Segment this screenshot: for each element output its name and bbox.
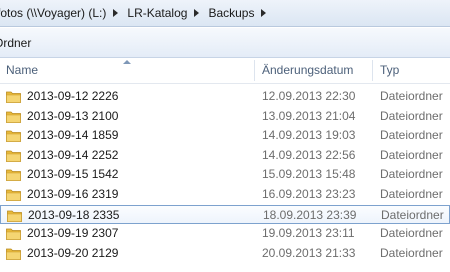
file-date: 13.09.2013 21:04 [262,108,356,123]
address-bar[interactable]: fotos (\\Voyager) (L:) LR-Katalog Backup… [0,0,450,27]
folder-icon [6,169,21,182]
folder-icon [6,91,21,103]
file-name: 2013-09-14 2252 [27,147,119,162]
folder-icon [6,150,21,162]
column-divider[interactable] [372,60,373,81]
column-header-name[interactable]: Name [6,58,38,83]
table-row[interactable]: 2013-09-14 2252 14.09.2013 22:56 Dateiordn… [0,146,450,166]
folder-icon [6,228,21,241]
folder-icon [6,111,21,123]
file-date: 14.09.2013 22:56 [262,147,356,162]
table-row[interactable]: 2013-09-20 2129 20.09.2013 21:33 Dateiordn… [0,244,450,264]
file-name: 2013-09-18 2335 [28,207,120,222]
table-row[interactable]: 2013-09-14 1859 14.09.2013 19:03 Dateiordn… [0,126,450,146]
breadcrumb-lr-katalog[interactable]: LR-Katalog [124,6,190,20]
file-type: Dateiordner [380,245,443,260]
file-type: Dateiordner [380,108,443,123]
file-type: Dateiordner [380,186,443,201]
file-type: Dateiordner [380,147,443,162]
breadcrumb: fotos (\\Voyager) (L:) LR-Katalog Backup… [0,0,272,26]
file-name: 2013-09-15 1542 [27,167,119,182]
file-name: 2013-09-20 2129 [27,245,119,260]
table-row[interactable]: 2013-09-15 1542 15.09.2013 15:48 Dateiordn… [0,165,450,185]
sort-ascending-icon [123,60,131,64]
file-name: 2013-09-14 1859 [27,128,119,143]
file-date: 20.09.2013 21:33 [262,245,356,260]
file-name: 2013-09-13 2100 [27,108,119,123]
folder-icon [6,189,21,201]
file-date: 12.09.2013 22:30 [262,89,356,103]
folder-icon [6,248,21,260]
file-date: 18.09.2013 23:39 [263,207,357,222]
chevron-right-icon[interactable] [194,9,200,17]
column-header-date[interactable]: Änderungsdatum [262,58,353,83]
file-date: 19.09.2013 23:11 [262,226,355,241]
breadcrumb-backups[interactable]: Backups [205,6,257,20]
file-list: 2013-09-12 2226 12.09.2013 22:30 Dateiordn… [0,87,450,263]
file-date: 16.09.2013 23:23 [262,186,356,201]
folder-icon [6,130,21,143]
column-headers: Name Änderungsdatum Typ [0,58,450,84]
table-row[interactable]: 2013-09-13 2100 13.09.2013 21:04 Dateiordn… [0,107,450,127]
file-date: 15.09.2013 15:48 [262,167,356,182]
table-row[interactable]: 2013-09-12 2226 12.09.2013 22:30 Dateiordn… [0,87,450,107]
file-name: 2013-09-12 2226 [27,89,119,103]
new-folder-button[interactable]: Ordner [0,36,31,50]
table-row[interactable]: 2013-09-16 2319 16.09.2013 23:23 Dateiordn… [0,185,450,205]
chevron-right-icon[interactable] [113,9,119,17]
file-type: Dateiordner [380,167,443,182]
file-name: 2013-09-19 2307 [27,226,119,241]
file-type: Dateiordner [380,128,443,143]
chevron-right-icon[interactable] [261,9,267,17]
column-divider[interactable] [254,60,255,81]
breadcrumb-drive[interactable]: fotos (\\Voyager) (L:) [0,6,109,20]
file-type: Dateiordner [381,207,444,222]
file-type: Dateiordner [380,89,443,103]
table-row[interactable]: 2013-09-19 2307 19.09.2013 23:11 Dateiordn… [0,224,450,244]
folder-icon [7,210,22,222]
command-bar: Ordner [0,28,450,58]
table-row[interactable]: 2013-09-18 2335 18.09.2013 23:39 Dateiordn… [0,204,450,225]
file-type: Dateiordner [380,226,443,241]
column-header-type[interactable]: Typ [380,58,399,83]
file-date: 14.09.2013 19:03 [262,128,356,143]
file-name: 2013-09-16 2319 [27,186,119,201]
